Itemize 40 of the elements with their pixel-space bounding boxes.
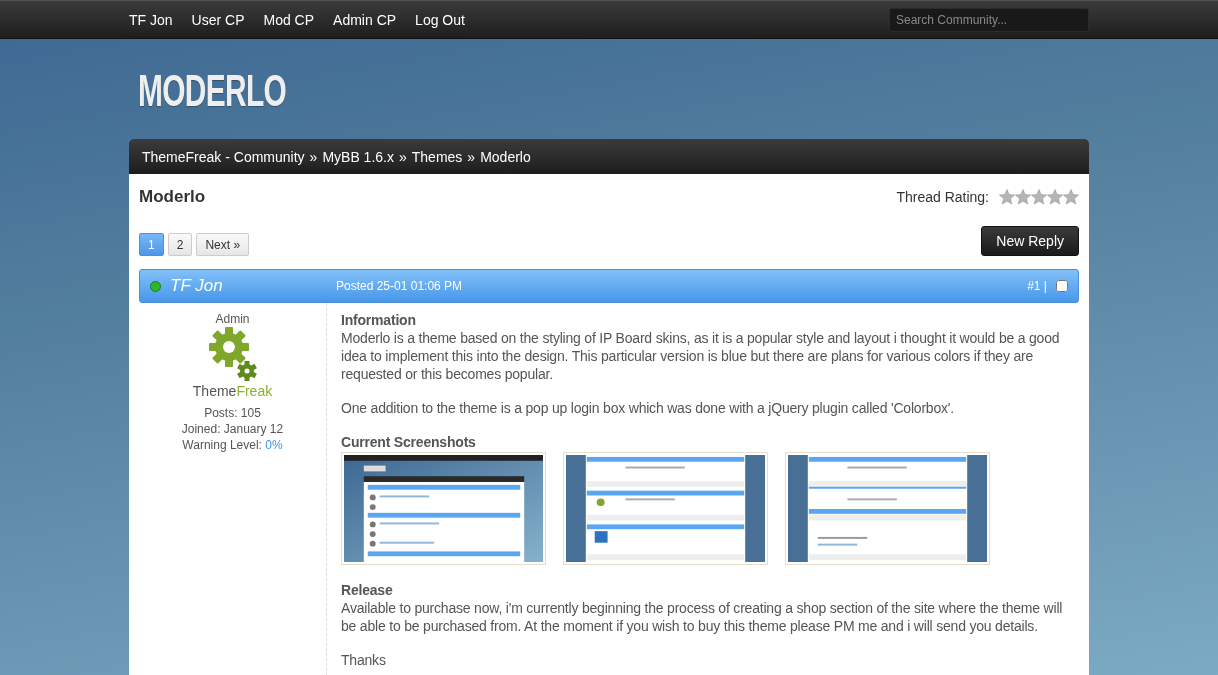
thread-title: Moderlo [139, 186, 206, 207]
user-stat: Posts: 105 [204, 405, 261, 421]
page-button[interactable]: Next » [196, 233, 250, 256]
breadcrumb-link[interactable]: ThemeFreak - Community [142, 148, 305, 165]
post-paragraph: Moderlo is a theme based on the styling of IP Board skins, as it is a popular style and layout i thought it would be a good idea to implement this into the design. This particular version is blue but there are plans for various colors if they are requested or this becomes popular. [341, 329, 1061, 383]
post-date: Posted 25-01 01:06 PM [336, 279, 463, 293]
stat-label: Warning Level: [182, 438, 262, 452]
site-logo: MODERLO [138, 66, 287, 116]
nav-link[interactable]: User CP [191, 11, 245, 28]
star-icon[interactable] [1047, 188, 1063, 205]
user-role: Admin [215, 311, 250, 327]
section-heading: Release [341, 581, 394, 599]
nav-link[interactable]: Mod CP [263, 11, 315, 28]
brand-label: ThemeFreak [192, 383, 273, 399]
breadcrumb-link[interactable]: Themes [411, 148, 463, 165]
post-paragraph: Thanks [341, 651, 387, 669]
rating-label: Thread Rating: [896, 188, 989, 205]
breadcrumb-link[interactable]: Moderlo [480, 148, 531, 165]
star-icon[interactable] [999, 188, 1015, 205]
star-icon[interactable] [1063, 188, 1079, 205]
search-field[interactable]: Search Community... [889, 7, 1089, 32]
breadcrumb-separator: » [399, 148, 407, 165]
gears-icon [208, 327, 257, 383]
nav-link[interactable]: TF Jon [129, 11, 173, 28]
breadcrumb-separator: » [467, 148, 476, 165]
nav-link[interactable]: Admin CP [333, 11, 397, 28]
breadcrumb-separator: » [309, 148, 318, 165]
page-button[interactable]: 2 [167, 233, 193, 256]
star-icon[interactable] [1031, 188, 1047, 205]
post-paragraph: Available to purchase now, i'm currently beginning the process of creating a shop section of the site where the theme will be able to be purchased from. At the moment if you wish to buy this theme please PM me and i will send you details. [341, 599, 1064, 635]
nav-link[interactable]: Log Out [415, 11, 465, 28]
new-reply-button[interactable]: New Reply [981, 226, 1079, 256]
section-heading: Current Screenshots [341, 433, 477, 451]
breadcrumb-link[interactable]: MyBB 1.6.x [322, 148, 394, 165]
post-paragraph: One addition to the theme is a pop up login box which was done with a jQuery plugin called 'Colorbox'. [341, 399, 955, 417]
star-icon[interactable] [1015, 188, 1031, 205]
section-heading: Information [341, 311, 417, 329]
post-checkbox[interactable] [1056, 280, 1068, 292]
user-stat: Joined: January 12 [181, 421, 284, 437]
star-rating[interactable] [999, 188, 1079, 205]
